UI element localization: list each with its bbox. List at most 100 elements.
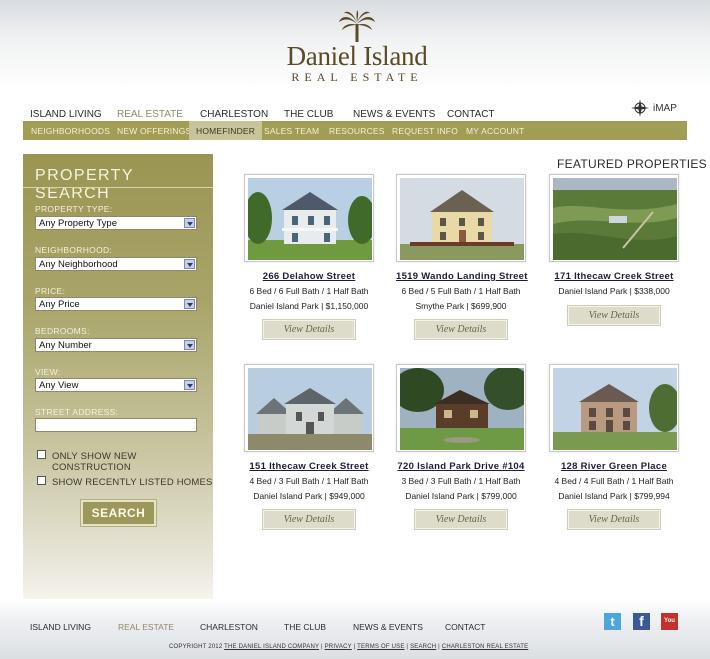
property-photo-1[interactable] — [244, 174, 374, 262]
property-type-value: Any Property Type — [39, 218, 117, 229]
imap-link[interactable]: iMAP — [631, 99, 677, 117]
bedrooms-select[interactable]: Any Number — [35, 338, 197, 352]
top-nav-news-events[interactable]: NEWS & EVENTS — [353, 109, 447, 121]
sub-nav-new-offerings[interactable]: NEW OFFERINGS — [117, 126, 191, 136]
dropdown-arrow-icon — [184, 218, 195, 228]
footer-nav-island-living[interactable]: ISLAND LIVING — [30, 622, 118, 632]
view-details-button-3[interactable]: View Details — [567, 305, 661, 326]
neighborhood-select[interactable]: Any Neighborhood — [35, 257, 197, 271]
property-photo-6[interactable] — [549, 364, 679, 452]
sub-nav-sales-team[interactable]: SALES TEAM — [264, 126, 319, 136]
property-photo-4[interactable] — [244, 364, 374, 452]
property-address-6[interactable]: 128 River Green Place — [549, 461, 679, 472]
house-photo — [400, 368, 524, 450]
top-nav-island-living[interactable]: ISLAND LIVING — [30, 109, 117, 121]
property-address-1[interactable]: 266 Delahow Street — [244, 271, 374, 282]
new-construction-checkbox[interactable] — [37, 450, 46, 459]
privacy-link[interactable]: PRIVACY — [325, 644, 352, 650]
property-location-price-3: Daniel Island Park | $338,000 — [558, 286, 670, 296]
property-specs-5: 3 Bed / 3 Full Bath / 1 Half Bath — [401, 476, 521, 486]
dropdown-arrow-icon — [184, 380, 195, 390]
property-photo-3[interactable] — [549, 174, 679, 262]
street-address-label: STREET ADDRESS: — [35, 407, 119, 417]
twitter-icon[interactable]: t — [604, 613, 621, 630]
house-photo — [248, 178, 372, 260]
property-photo-2[interactable] — [396, 174, 526, 262]
sub-nav-neighborhoods[interactable]: NEIGHBORHOODS — [31, 126, 110, 136]
new-construction-label: ONLY SHOW NEW CONSTRUCTION — [52, 451, 137, 473]
footer-nav-charleston[interactable]: CHARLESTON — [200, 622, 284, 632]
property-location-price-5: Daniel Island Park | $799,000 — [405, 491, 517, 501]
neighborhood-value: Any Neighborhood — [39, 259, 118, 270]
copyright-prefix: COPYRIGHT 2012 — [169, 644, 223, 650]
property-specs-6: 4 Bed / 4 Full Bath / 1 Half Bath — [554, 476, 674, 486]
footer-nav-news-events[interactable]: NEWS & EVENTS — [353, 622, 445, 632]
property-location-price-6: Daniel Island Park | $799,994 — [558, 491, 670, 501]
property-address-3[interactable]: 171 Ithecaw Creek Street — [549, 271, 679, 282]
property-type-label: PROPERTY TYPE: — [35, 204, 113, 214]
sub-nav-my-account[interactable]: MY ACCOUNT — [466, 126, 525, 136]
property-search-panel: PROPERTY SEARCH PROPERTY TYPE: Any Prope… — [23, 154, 213, 599]
view-details-button-1[interactable]: View Details — [262, 319, 356, 340]
top-nav: ISLAND LIVING REAL ESTATE CHARLESTON THE… — [30, 109, 495, 121]
sub-nav-resources[interactable]: RESOURCES — [329, 126, 385, 136]
view-value: Any View — [39, 380, 79, 391]
dropdown-arrow-icon — [184, 259, 195, 269]
company-link[interactable]: THE DANIEL ISLAND COMPANY — [224, 644, 319, 650]
house-photo — [400, 178, 524, 260]
property-address-2[interactable]: 1519 Wando Landing Street — [396, 271, 527, 282]
dropdown-arrow-icon — [184, 340, 195, 350]
property-address-5[interactable]: 720 Island Park Drive #104 — [391, 461, 531, 472]
property-specs-1: 6 Bed / 6 Full Bath / 1 Half Bath — [249, 286, 369, 296]
footer-nav-contact[interactable]: CONTACT — [445, 622, 485, 632]
view-details-button-6[interactable]: View Details — [567, 509, 661, 530]
copyright-line: COPYRIGHT 2012 THE DANIEL ISLAND COMPANY… — [169, 644, 529, 650]
sub-nav: NEIGHBORHOODS NEW OFFERINGS HOMEFINDER S… — [23, 121, 687, 140]
aerial-photo — [553, 178, 677, 260]
house-photo — [553, 368, 677, 450]
price-value: Any Price — [39, 299, 80, 310]
price-label: PRICE: — [35, 286, 66, 296]
divider — [23, 187, 213, 188]
terms-link[interactable]: TERMS OF USE — [357, 644, 404, 650]
property-specs-4: 4 Bed / 3 Full Bath / 1 Half Bath — [249, 476, 369, 486]
house-photo — [248, 368, 372, 450]
property-location-price-1: Daniel Island Park | $1,150,000 — [249, 301, 369, 311]
palmetto-tree-icon — [339, 10, 375, 42]
bedrooms-value: Any Number — [39, 340, 92, 351]
compass-icon — [631, 99, 649, 117]
property-search-title: PROPERTY SEARCH — [35, 167, 134, 202]
property-type-select[interactable]: Any Property Type — [35, 216, 197, 230]
imap-label: iMAP — [653, 102, 677, 114]
youtube-icon[interactable]: You — [661, 613, 678, 630]
top-nav-the-club[interactable]: THE CLUB — [284, 109, 353, 121]
view-details-button-2[interactable]: View Details — [414, 319, 508, 340]
logo-subtitle: REAL ESTATE — [291, 70, 423, 84]
top-nav-contact[interactable]: CONTACT — [447, 109, 495, 121]
street-address-input[interactable] — [35, 418, 197, 432]
sub-nav-homefinder[interactable]: HOMEFINDER — [189, 121, 263, 140]
site-logo[interactable]: Daniel Island REAL ESTATE — [283, 10, 431, 86]
sub-nav-request-info[interactable]: REQUEST INFO — [392, 126, 458, 136]
facebook-icon[interactable]: f — [633, 613, 650, 630]
top-nav-charleston[interactable]: CHARLESTON — [200, 109, 284, 121]
search-button[interactable]: SEARCH — [80, 499, 157, 527]
view-details-button-4[interactable]: View Details — [262, 509, 356, 530]
view-select[interactable]: Any View — [35, 378, 197, 392]
search-link[interactable]: SEARCH — [410, 644, 436, 650]
dropdown-arrow-icon — [184, 299, 195, 309]
footer-nav: ISLAND LIVING REAL ESTATE CHARLESTON THE… — [30, 622, 485, 632]
footer-nav-the-club[interactable]: THE CLUB — [284, 622, 353, 632]
top-nav-real-estate[interactable]: REAL ESTATE — [117, 109, 200, 121]
view-label: VIEW: — [35, 367, 61, 377]
recently-listed-checkbox[interactable] — [37, 476, 46, 485]
bedrooms-label: BEDROOMS: — [35, 326, 90, 336]
price-select[interactable]: Any Price — [35, 297, 197, 311]
charleston-real-estate-link[interactable]: CHARLESTON REAL ESTATE — [442, 644, 529, 650]
property-address-4[interactable]: 151 Ithecaw Creek Street — [244, 461, 374, 472]
property-photo-5[interactable] — [396, 364, 526, 452]
view-details-button-5[interactable]: View Details — [414, 509, 508, 530]
recently-listed-label: SHOW RECENTLY LISTED HOMES — [52, 477, 213, 488]
property-location-price-2: Smythe Park | $699,900 — [415, 301, 507, 311]
footer-nav-real-estate[interactable]: REAL ESTATE — [118, 622, 200, 632]
